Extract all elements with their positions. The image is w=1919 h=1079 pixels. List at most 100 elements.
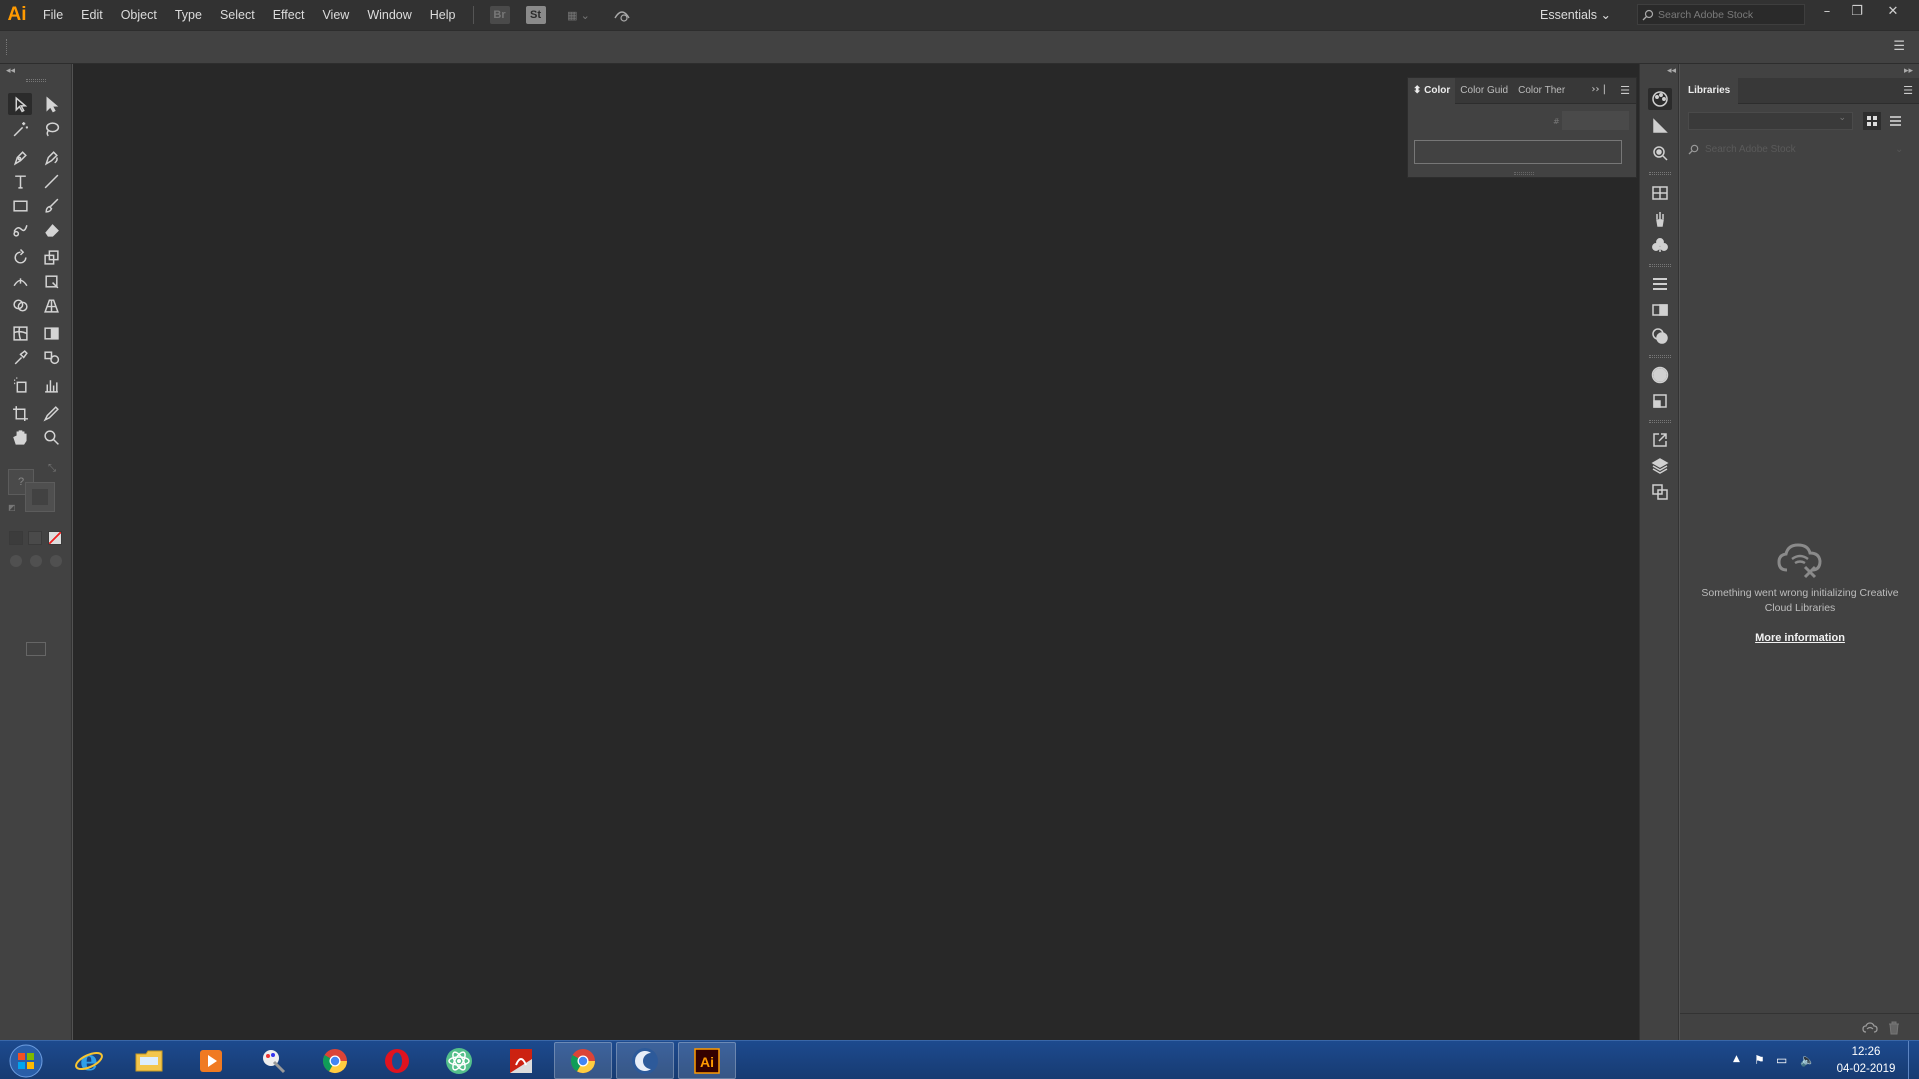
arrange-documents-icon[interactable]: ▦ ⌄ — [562, 6, 596, 24]
symbol-sprayer-tool-icon[interactable] — [8, 374, 32, 396]
direct-selection-tool-icon[interactable] — [39, 93, 63, 115]
panel-menu-icon[interactable]: ☰ — [1903, 84, 1913, 97]
stock-icon[interactable]: St — [525, 6, 546, 24]
library-search[interactable]: ⌄ — [1688, 140, 1910, 158]
internet-explorer-icon[interactable]: e — [60, 1042, 118, 1079]
workspace-switcher[interactable]: Essentials ⌄ — [1540, 0, 1611, 30]
tab-color[interactable]: ⬍ Color — [1408, 77, 1456, 104]
show-desktop-button[interactable] — [1908, 1041, 1919, 1079]
scale-tool-icon[interactable] — [39, 246, 63, 268]
column-graph-tool-icon[interactable] — [39, 374, 63, 396]
tab-color-themes[interactable]: Color Ther — [1513, 78, 1570, 104]
curvature-tool-icon[interactable] — [39, 146, 63, 168]
control-bar-grip[interactable] — [6, 39, 8, 55]
zoom-tool-icon[interactable] — [39, 426, 63, 448]
color-themes-icon[interactable] — [1648, 142, 1672, 164]
color-mode-button[interactable] — [9, 531, 23, 545]
artboards-icon[interactable] — [1648, 481, 1672, 503]
clock-date[interactable]: 04-02-2019 — [1832, 1063, 1900, 1075]
collapse-icon[interactable]: ▸▸ — [1904, 66, 1913, 76]
menu-object[interactable]: Object — [112, 0, 166, 30]
cloud-sync-icon[interactable] — [1862, 1022, 1878, 1035]
selection-tool-icon[interactable] — [8, 93, 32, 115]
app-crescent-icon[interactable] — [616, 1042, 674, 1079]
draw-behind-icon[interactable] — [30, 555, 42, 567]
hex-input[interactable] — [1562, 111, 1629, 130]
default-colors-icon[interactable]: ◩ — [8, 503, 16, 512]
stroke-swatch[interactable] — [25, 482, 55, 512]
symbols-icon[interactable] — [1648, 234, 1672, 256]
more-information-link[interactable]: More information — [1700, 632, 1900, 644]
perspective-grid-tool-icon[interactable] — [39, 294, 63, 316]
menu-file[interactable]: File — [34, 0, 72, 30]
eyedropper-tool-icon[interactable] — [8, 346, 32, 368]
swap-arrows-icon[interactable]: ⤡ — [48, 463, 56, 474]
close-button[interactable]: ✕ — [1878, 0, 1908, 22]
line-segment-tool-icon[interactable] — [39, 170, 63, 192]
menu-window[interactable]: Window — [358, 0, 420, 30]
pen-tool-icon[interactable] — [8, 146, 32, 168]
appearance-icon[interactable] — [1648, 364, 1672, 386]
menu-select[interactable]: Select — [211, 0, 264, 30]
panel-resize-grip[interactable] — [1514, 172, 1534, 175]
slice-tool-icon[interactable] — [39, 402, 63, 424]
control-bar-menu-icon[interactable]: ☰ — [1893, 39, 1905, 54]
trash-icon[interactable] — [1888, 1021, 1900, 1035]
paint-tool-icon[interactable] — [244, 1042, 302, 1079]
list-view-button[interactable] — [1886, 112, 1904, 130]
stroke-icon[interactable] — [1648, 273, 1672, 295]
color-panel-icon[interactable] — [1648, 88, 1672, 110]
collapse-icon[interactable]: ◂◂ — [6, 66, 15, 76]
menu-edit[interactable]: Edit — [72, 0, 112, 30]
gradient-mode-button[interactable] — [28, 531, 42, 545]
opera-icon[interactable] — [368, 1042, 426, 1079]
hand-tool-icon[interactable] — [8, 426, 32, 448]
rectangle-tool-icon[interactable] — [8, 194, 32, 216]
clock-time[interactable]: 12:26 — [1836, 1046, 1896, 1058]
dock-separator[interactable] — [1649, 172, 1671, 175]
magic-wand-tool-icon[interactable] — [8, 118, 32, 140]
tools-panel-grip[interactable] — [26, 79, 46, 82]
chrome-open-icon[interactable] — [554, 1042, 612, 1079]
tray-expand-icon[interactable]: ▲ — [1733, 1054, 1740, 1064]
tab-color-guide[interactable]: Color Guid — [1455, 78, 1513, 104]
brushes-icon[interactable] — [1648, 208, 1672, 230]
stock-search[interactable] — [1637, 4, 1805, 25]
artboard-tool-icon[interactable] — [8, 402, 32, 424]
draw-normal-icon[interactable] — [10, 555, 22, 567]
atom-icon[interactable] — [430, 1042, 488, 1079]
library-search-input[interactable] — [1705, 143, 1895, 155]
gradient-icon[interactable] — [1648, 299, 1672, 321]
grid-view-button[interactable] — [1863, 112, 1881, 130]
shaper-tool-icon[interactable] — [8, 218, 32, 240]
layers-icon[interactable] — [1648, 455, 1672, 477]
color-spectrum[interactable] — [1414, 140, 1622, 164]
blend-tool-icon[interactable] — [39, 346, 63, 368]
panel-menu-icon[interactable]: ☰ — [1620, 84, 1630, 97]
menu-view[interactable]: View — [313, 0, 358, 30]
chevron-down-icon[interactable]: ⌄ — [1895, 144, 1903, 155]
swatches-icon[interactable] — [1648, 182, 1672, 204]
bridge-icon[interactable]: Br — [489, 6, 510, 24]
mesh-tool-icon[interactable] — [8, 322, 32, 344]
volume-icon[interactable]: 🔈 — [1800, 1053, 1815, 1067]
width-tool-icon[interactable] — [8, 270, 32, 292]
menu-type[interactable]: Type — [166, 0, 211, 30]
type-tool-icon[interactable] — [8, 170, 32, 192]
draw-inside-icon[interactable] — [50, 555, 62, 567]
menu-help[interactable]: Help — [421, 0, 465, 30]
shape-builder-tool-icon[interactable] — [8, 294, 32, 316]
restore-button[interactable]: ❐ — [1842, 0, 1872, 22]
action-center-flag-icon[interactable]: ⚑ — [1754, 1053, 1765, 1067]
media-player-icon[interactable] — [182, 1042, 240, 1079]
paintbrush-tool-icon[interactable] — [39, 194, 63, 216]
stock-search-input[interactable] — [1658, 8, 1798, 21]
tab-libraries[interactable]: Libraries — [1680, 78, 1739, 104]
free-transform-tool-icon[interactable] — [39, 270, 63, 292]
collapse-icon[interactable]: ◂◂ — [1667, 66, 1676, 76]
gpu-performance-icon[interactable] — [612, 6, 632, 24]
asset-export-icon[interactable] — [1648, 429, 1672, 451]
chrome-icon[interactable] — [306, 1042, 364, 1079]
file-explorer-icon[interactable] — [120, 1042, 178, 1079]
dock-separator[interactable] — [1649, 355, 1671, 358]
